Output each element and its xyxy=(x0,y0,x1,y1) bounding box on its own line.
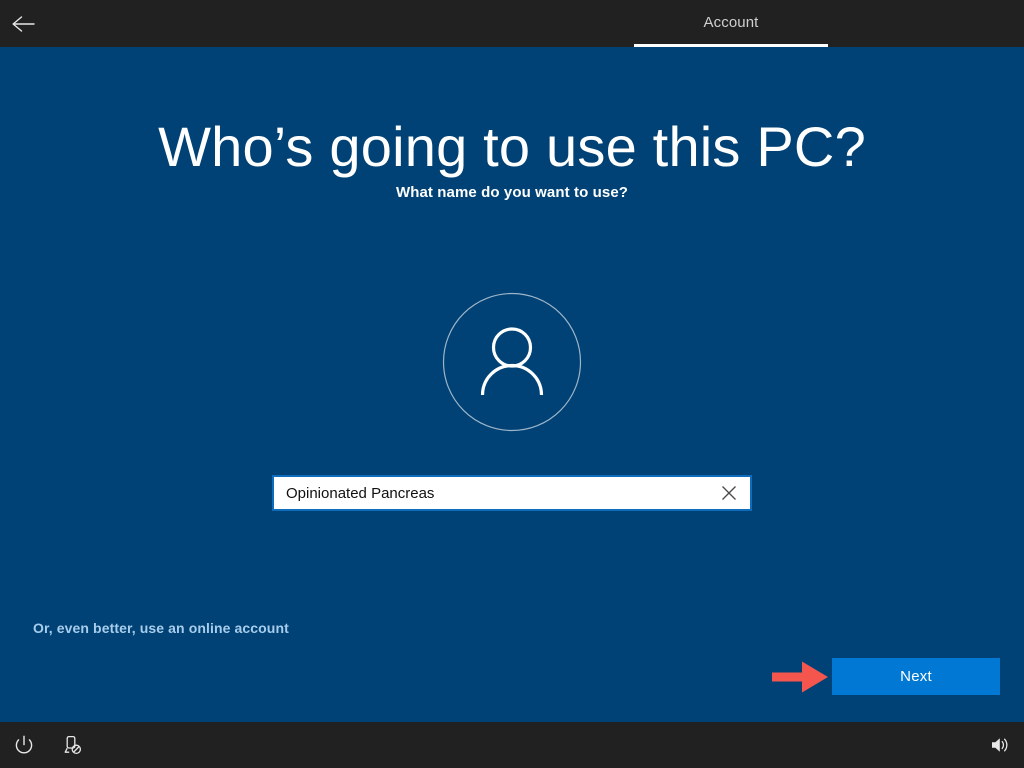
arrow-left-icon xyxy=(11,14,37,34)
name-field[interactable] xyxy=(272,475,752,511)
tab-account-label: Account xyxy=(703,14,759,31)
taskbar xyxy=(0,722,1024,768)
ease-of-access-icon[interactable] xyxy=(48,722,96,768)
tab-account[interactable]: Account xyxy=(634,0,828,47)
clear-input-button[interactable] xyxy=(708,477,750,509)
oobe-screen: Account Who’s going to use this PC? What… xyxy=(0,0,1024,768)
volume-icon[interactable] xyxy=(976,722,1024,768)
title-bar: Account xyxy=(0,0,1024,47)
close-x-icon xyxy=(719,483,739,503)
power-icon[interactable] xyxy=(0,722,48,768)
page-subtitle: What name do you want to use? xyxy=(395,184,629,201)
page-title: Who’s going to use this PC? xyxy=(158,115,866,178)
person-outline-icon xyxy=(442,292,582,432)
next-button[interactable]: Next xyxy=(832,658,1000,695)
back-button[interactable] xyxy=(0,0,48,47)
arrow-right-annotation xyxy=(772,658,830,696)
name-input[interactable] xyxy=(274,477,708,509)
online-account-link[interactable]: Or, even better, use an online account xyxy=(33,620,289,636)
